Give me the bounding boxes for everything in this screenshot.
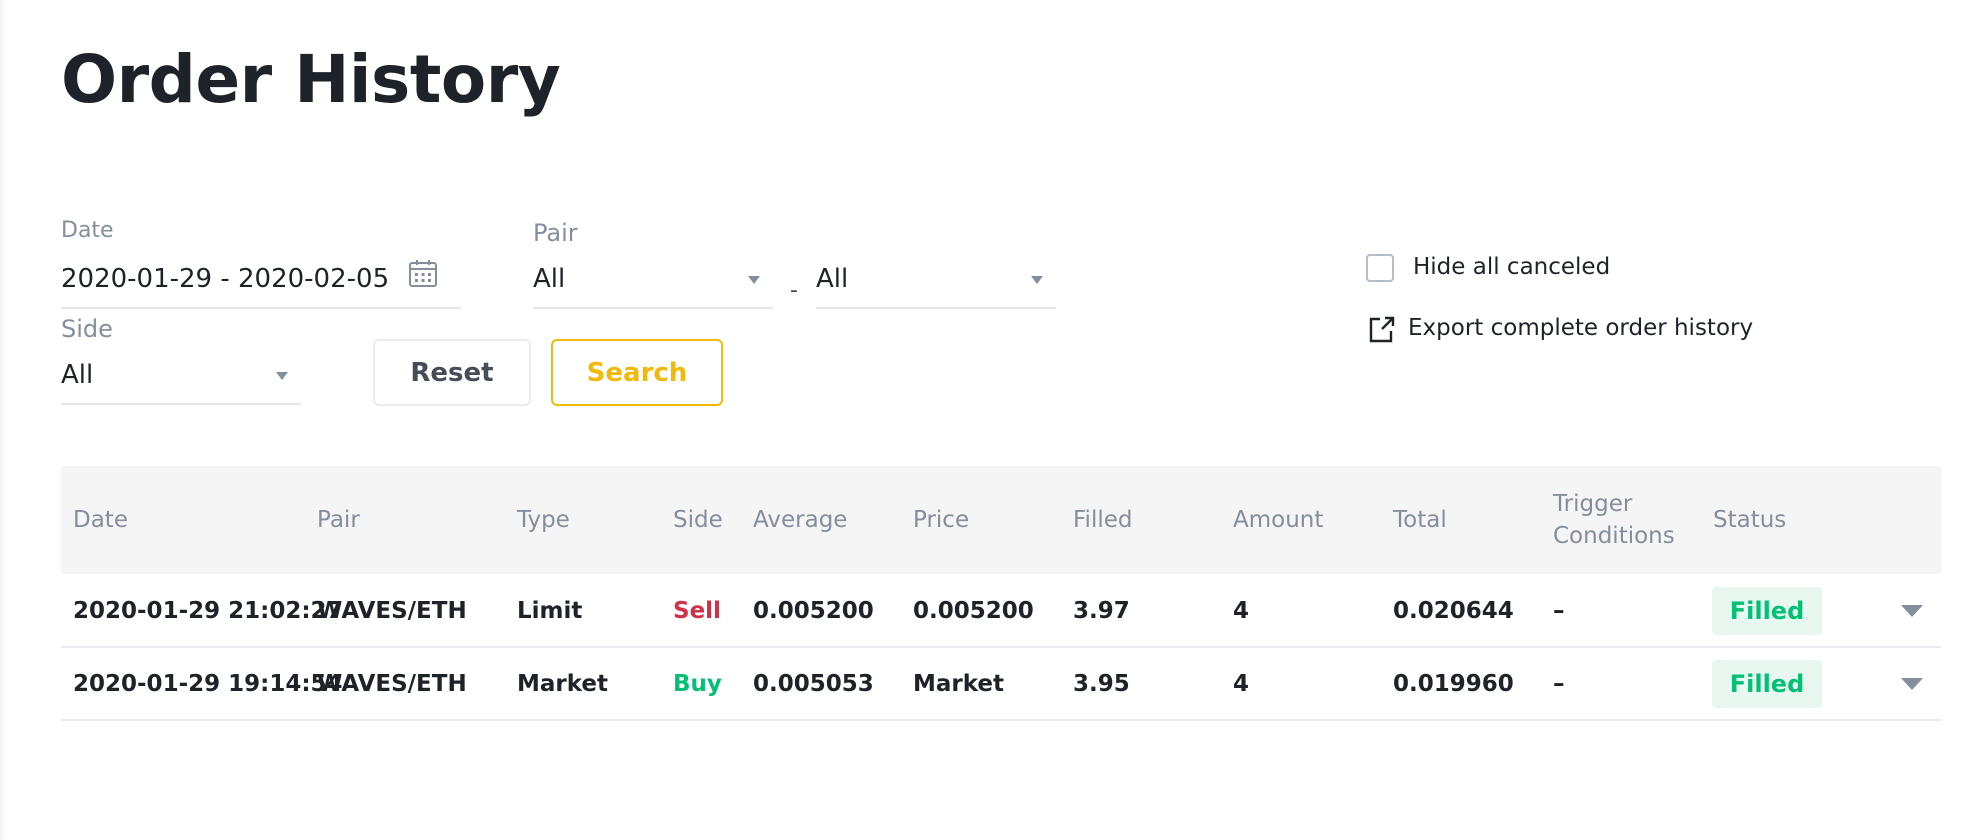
chevron-down-icon[interactable] [1031, 276, 1043, 284]
export-icon[interactable] [1367, 314, 1397, 344]
table-row[interactable]: 2020-01-29 21:02:27 WAVES/ETH Limit Sell… [61, 575, 1941, 648]
search-button[interactable]: Search [551, 339, 723, 406]
order-side: Sell [673, 598, 721, 624]
column-header-filled: Filled [1073, 507, 1133, 533]
date-input-underline [61, 307, 461, 309]
order-side: Buy [673, 671, 722, 697]
order-filled: 3.97 [1073, 598, 1130, 624]
reset-button[interactable]: Reset [373, 339, 531, 406]
column-header-total: Total [1393, 507, 1447, 533]
date-filter-label: Date [61, 218, 114, 243]
expand-row-icon[interactable] [1901, 678, 1923, 690]
expand-row-icon[interactable] [1901, 605, 1923, 617]
calendar-icon[interactable] [408, 258, 438, 288]
column-header-trigger: Trigger [1553, 491, 1633, 517]
order-pair: WAVES/ETH [317, 671, 467, 697]
column-header-date: Date [73, 507, 128, 533]
status-badge: Filled [1712, 660, 1822, 708]
status-badge: Filled [1712, 587, 1822, 635]
column-header-average: Average [753, 507, 848, 533]
chevron-down-icon[interactable] [748, 276, 760, 284]
column-header-status: Status [1713, 507, 1787, 533]
order-total: 0.019960 [1393, 671, 1514, 697]
order-trigger-conditions: – [1553, 598, 1565, 624]
order-type: Market [517, 671, 609, 697]
side-select-underline [61, 403, 301, 405]
order-price: Market [913, 671, 1005, 697]
table-header: Date Pair Type Side Average Price Filled… [61, 466, 1941, 574]
column-header-type: Type [517, 507, 570, 533]
chevron-down-icon[interactable] [276, 372, 288, 380]
side-select[interactable]: All [61, 358, 93, 392]
column-header-side: Side [673, 507, 723, 533]
date-range-input[interactable]: 2020-01-29 - 2020-02-05 [61, 262, 389, 296]
column-header-amount: Amount [1233, 507, 1324, 533]
order-amount: 4 [1233, 598, 1250, 624]
page-title: Order History [61, 41, 561, 118]
hide-canceled-label[interactable]: Hide all canceled [1413, 251, 1610, 283]
order-date: 2020-01-29 21:02:27 [73, 598, 343, 624]
column-header-conditions: Conditions [1553, 523, 1675, 549]
pair-quote-underline [816, 307, 1056, 309]
column-header-pair: Pair [317, 507, 360, 533]
hide-canceled-checkbox[interactable] [1366, 254, 1394, 282]
order-date: 2020-01-29 19:14:54 [73, 671, 343, 697]
pair-base-underline [533, 307, 773, 309]
order-filled: 3.95 [1073, 671, 1130, 697]
page-left-edge [0, 0, 3, 840]
order-trigger-conditions: – [1553, 671, 1565, 697]
order-average: 0.005053 [753, 671, 874, 697]
pair-base-select[interactable]: All [533, 262, 565, 296]
order-type: Limit [517, 598, 583, 624]
pair-quote-select[interactable]: All [816, 262, 848, 296]
order-amount: 4 [1233, 671, 1250, 697]
order-pair: WAVES/ETH [317, 598, 467, 624]
pair-filter-label: Pair [533, 219, 578, 247]
pair-separator: - [790, 278, 798, 303]
order-price: 0.005200 [913, 598, 1034, 624]
side-filter-label: Side [61, 315, 113, 343]
table-row[interactable]: 2020-01-29 19:14:54 WAVES/ETH Market Buy… [61, 648, 1941, 721]
order-average: 0.005200 [753, 598, 874, 624]
column-header-price: Price [913, 507, 970, 533]
export-order-history-link[interactable]: Export complete order history [1408, 312, 1753, 344]
order-total: 0.020644 [1393, 598, 1514, 624]
